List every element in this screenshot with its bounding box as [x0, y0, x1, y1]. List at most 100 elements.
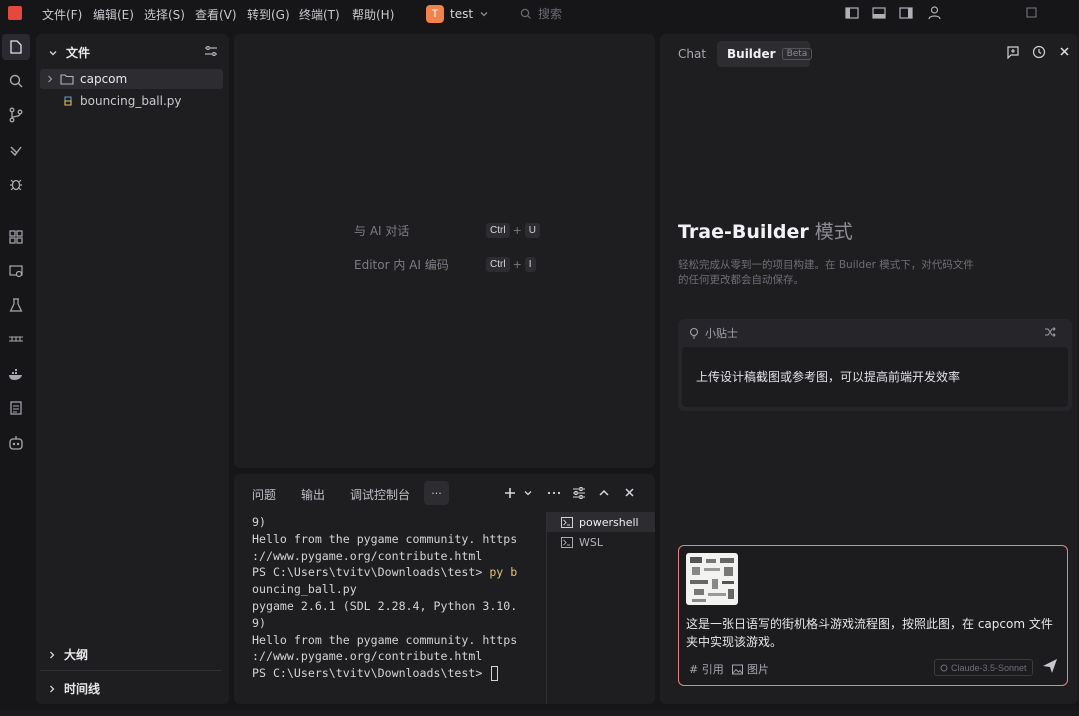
gitlens-icon[interactable] — [6, 329, 26, 349]
terminal-line: 9) — [252, 615, 266, 630]
tip-title: 小贴士 — [705, 327, 738, 340]
timeline-title: 时间线 — [64, 682, 101, 696]
debug-icon[interactable] — [6, 174, 26, 194]
history-icon[interactable] — [1032, 45, 1046, 59]
project-name: test — [450, 7, 474, 21]
project-switcher[interactable]: T test — [426, 4, 489, 24]
close-icon[interactable] — [1059, 46, 1070, 57]
project-avatar: T — [426, 5, 444, 23]
chat-input-text: 这是一张日语写的街机格斗游戏流程图，按照此图，在 capcom 文件夹中实现该游… — [686, 617, 1053, 649]
timeline-section[interactable]: 时间线 — [48, 680, 100, 697]
more-tabs-button[interactable]: ··· — [424, 481, 449, 505]
terminal-icon — [561, 536, 573, 548]
menu-selection[interactable]: 选择(S) — [144, 6, 185, 23]
explorer-title: 文件 — [66, 46, 91, 60]
image-icon — [732, 664, 743, 674]
hint-inline-ai: Editor 内 AI 编码 Ctrl + I — [354, 256, 536, 273]
outline-title: 大纲 — [64, 648, 89, 662]
terminal-list: powershell WSL — [546, 512, 655, 704]
attached-image-thumbnail[interactable] — [686, 553, 738, 605]
new-chat-icon[interactable] — [1006, 45, 1020, 59]
menu-edit[interactable]: 编辑(E) — [93, 6, 134, 23]
builder-heading: Trae-Builder 模式 — [678, 217, 853, 244]
tab-problems[interactable]: 问题 — [252, 486, 276, 503]
menu-view[interactable]: 查看(V) — [195, 6, 237, 23]
panel-layout-icon[interactable] — [572, 486, 586, 500]
model-icon — [940, 664, 948, 671]
menu-terminal[interactable]: 终端(T) — [299, 6, 340, 23]
toggle-sidebar-icon[interactable] — [845, 6, 859, 20]
remote-icon[interactable] — [6, 140, 26, 160]
explorer-settings-icon[interactable] — [204, 44, 218, 58]
terminal-line: ://www.pygame.org/contribute.html — [252, 649, 483, 664]
beta-badge: Beta — [781, 48, 813, 60]
hint-label: Editor 内 AI 编码 — [354, 258, 449, 272]
maximize-panel-icon[interactable] — [598, 487, 610, 499]
plus-glyph: + — [512, 258, 522, 271]
terminal-line: ouncing_ball.py — [252, 582, 357, 597]
ai-panel: Chat Builder Beta Trae-Builder 模式 轻松完成从零… — [660, 34, 1078, 704]
more-actions-icon[interactable] — [547, 487, 561, 499]
terminal-item-wsl[interactable]: WSL — [547, 532, 655, 552]
extensions-icon[interactable] — [6, 227, 26, 247]
toggle-secondary-sidebar-icon[interactable] — [899, 6, 913, 20]
heading-sub: 模式 — [814, 221, 853, 243]
model-selector[interactable]: Claude-3.5-Sonnet — [934, 659, 1033, 676]
shortcut-key: Ctrl — [486, 223, 510, 238]
toggle-panel-icon[interactable] — [872, 6, 886, 20]
image-button-label: 图片 — [747, 663, 769, 676]
terminal-prompt: PS C:\Users\tvitv\Downloads\test> — [252, 666, 490, 681]
terminal-icon — [561, 516, 573, 528]
terminal-item-powershell[interactable]: powershell — [547, 512, 655, 532]
divider — [40, 670, 221, 671]
tab-chat[interactable]: Chat — [678, 47, 706, 61]
ai-bot-icon[interactable] — [6, 433, 26, 453]
shuffle-icon[interactable] — [1044, 326, 1056, 338]
chevron-right-icon — [50, 685, 55, 692]
chevron-down-icon[interactable] — [523, 488, 533, 498]
status-bar — [0, 710, 1079, 716]
hint-ai-chat: 与 AI 对话 Ctrl + U — [354, 222, 541, 239]
chat-input[interactable]: 这是一张日语写的街机格斗游戏流程图，按照此图，在 capcom 文件夹中实现该游… — [678, 545, 1068, 686]
outline-section[interactable]: 大纲 — [48, 646, 88, 663]
testing-icon[interactable] — [6, 295, 26, 315]
image-button[interactable]: 图片 — [732, 661, 769, 677]
tab-output[interactable]: 输出 — [301, 486, 325, 503]
menu-file[interactable]: 文件(F) — [42, 6, 82, 23]
terminal-cursor — [491, 666, 499, 682]
source-control-icon[interactable] — [6, 105, 26, 125]
shortcut-key: U — [524, 223, 541, 238]
tab-debug-console[interactable]: 调试控制台 — [350, 486, 410, 503]
search-input[interactable]: 搜索 — [520, 5, 562, 22]
model-name: Claude-3.5-Sonnet — [951, 662, 1027, 673]
search-placeholder: 搜索 — [538, 7, 563, 21]
explorer-header[interactable]: 文件 — [48, 44, 90, 61]
explorer-panel: 文件 capcom bouncing_ball.py 大纲 时间线 — [36, 34, 229, 704]
terminal-prompt-line: PS C:\Users\tvitv\Downloads\test> — [252, 665, 544, 682]
plus-glyph: + — [512, 224, 522, 237]
reference-button[interactable]: # 引用 — [689, 661, 724, 677]
send-icon[interactable] — [1042, 658, 1058, 674]
tab-builder[interactable]: Builder Beta — [717, 41, 813, 67]
remote-explorer-icon[interactable] — [6, 261, 26, 281]
terminal-output[interactable]: 9) Hello from the pygame community. http… — [252, 514, 544, 682]
account-icon[interactable] — [927, 5, 942, 20]
tree-folder-capcom[interactable]: capcom — [40, 69, 223, 89]
chevron-down-icon — [479, 9, 489, 19]
task-list-icon[interactable] — [6, 398, 26, 418]
terminal-name: powershell — [579, 515, 639, 529]
new-terminal-icon[interactable] — [504, 487, 516, 499]
tree-file-bouncing-ball[interactable]: bouncing_ball.py — [40, 91, 223, 111]
tip-card: 小贴士 上传设计稿截图或参考图，可以提高前端开发效率 — [678, 319, 1072, 411]
maximize-icon[interactable] — [1026, 7, 1037, 18]
docker-icon[interactable] — [6, 364, 26, 384]
files-icon[interactable] — [6, 37, 26, 57]
file-name: bouncing_ball.py — [80, 94, 182, 108]
menu-help[interactable]: 帮助(H) — [352, 6, 394, 23]
search-icon — [520, 8, 532, 20]
menu-go[interactable]: 转到(G) — [247, 6, 290, 23]
editor-area: 与 AI 对话 Ctrl + U Editor 内 AI 编码 Ctrl + I — [234, 34, 655, 468]
close-panel-icon[interactable] — [624, 487, 635, 498]
builder-description: 轻松完成从零到一的项目构建。在 Builder 模式下，对代码文件的任何更改都会… — [678, 259, 974, 286]
search-icon[interactable] — [6, 71, 26, 91]
